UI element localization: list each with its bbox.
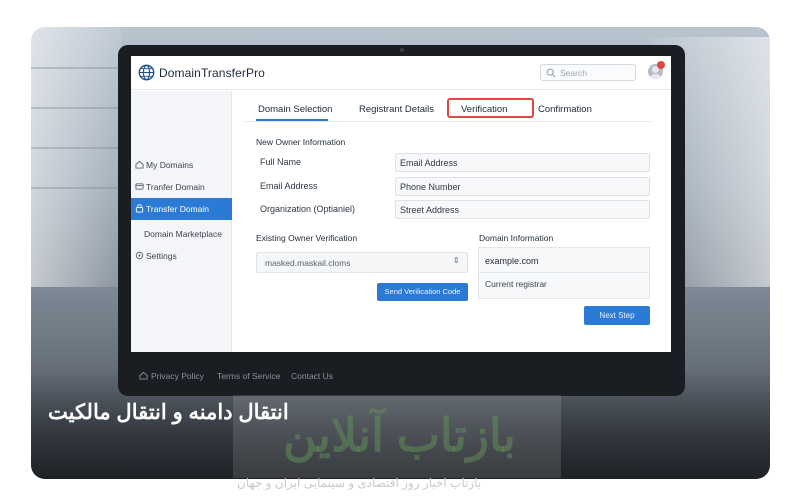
next-step-button[interactable]: Next Step [584, 306, 650, 325]
webcam [400, 48, 404, 52]
contact-us-link[interactable]: Contact Us [291, 371, 333, 381]
blind-slat [31, 147, 121, 149]
new-owner-title: New Owner Information [256, 137, 346, 147]
privacy-policy-link[interactable]: Privacy Policy [151, 371, 204, 381]
headline: انتقال دامنه و انتقال مالکیت [48, 401, 289, 424]
street-address-field[interactable]: Street Address [395, 200, 650, 219]
email-address-label: Email Address [260, 181, 318, 191]
tab-registrant-details[interactable]: Registrant Details [359, 104, 434, 115]
active-tab-indicator [256, 119, 328, 121]
sidebar-item-settings[interactable]: Settings [131, 245, 232, 267]
watermark-tagline: بازتاب اخبار روز اقتصادی و سینمایی ایران… [237, 476, 482, 490]
phone-number-field[interactable]: Phone Number [395, 177, 650, 196]
blind-slat [31, 187, 121, 189]
search-icon [546, 68, 556, 78]
divider [479, 272, 649, 273]
globe-icon [138, 64, 155, 81]
current-registrar: Current registrar [485, 279, 547, 289]
terms-of-service-link[interactable]: Terms of Service [217, 371, 280, 381]
tab-confirmation[interactable]: Confirmation [538, 104, 592, 115]
step-tabs: Domain Selection Registrant Details Veri… [245, 98, 651, 122]
sidebar-item-transfer-domain[interactable]: Transfer Domain [131, 198, 232, 220]
owner-email-select[interactable]: masked.maskail.cloms ⇕ [256, 252, 468, 273]
send-verification-code-button[interactable]: Send Verilication Code [377, 283, 468, 301]
organization-label: Organization (Optianiel) [260, 204, 356, 214]
tab-verification[interactable]: Verification [461, 104, 507, 115]
home-icon [135, 160, 144, 169]
brand-name: DomainTransferPro [159, 66, 265, 80]
sidebar-item-tranfer-domain[interactable]: Tranfer Domain [131, 176, 232, 198]
domain-info-box: example.com Current registrar [478, 247, 650, 299]
sidebar: My Domains Tranfer Domain Transfer Domai… [131, 91, 232, 352]
card-icon [135, 183, 144, 190]
chevron-updown-icon: ⇕ [453, 256, 460, 265]
window-left [31, 27, 121, 287]
sidebar-item-domain-marketplace[interactable]: Domain Marketplace [131, 223, 232, 245]
search-placeholder: Search [560, 68, 587, 78]
search-input[interactable]: Search [540, 64, 636, 81]
lock-icon [135, 204, 144, 213]
email-address-field[interactable]: Email Address [395, 153, 650, 172]
gear-icon [135, 251, 144, 260]
blind-slat [31, 107, 121, 109]
existing-owner-title: Existing Owner Verification [256, 233, 358, 243]
domain-info-title: Domain Information [479, 233, 554, 243]
home-icon [139, 371, 148, 380]
domain-name: example.com [485, 256, 539, 266]
sidebar-item-my-domains[interactable]: My Domains [131, 154, 232, 176]
notification-badge [657, 61, 665, 69]
blind-slat [31, 67, 121, 69]
app-screen: DomainTransferPro Search My Domains Tran… [131, 56, 671, 352]
full-name-label: Full Name [260, 157, 302, 167]
top-bar: DomainTransferPro Search [131, 56, 671, 90]
watermark-logo: بازتاب آنلاین [283, 409, 517, 461]
tab-domain-selection[interactable]: Domain Selection [258, 104, 332, 115]
